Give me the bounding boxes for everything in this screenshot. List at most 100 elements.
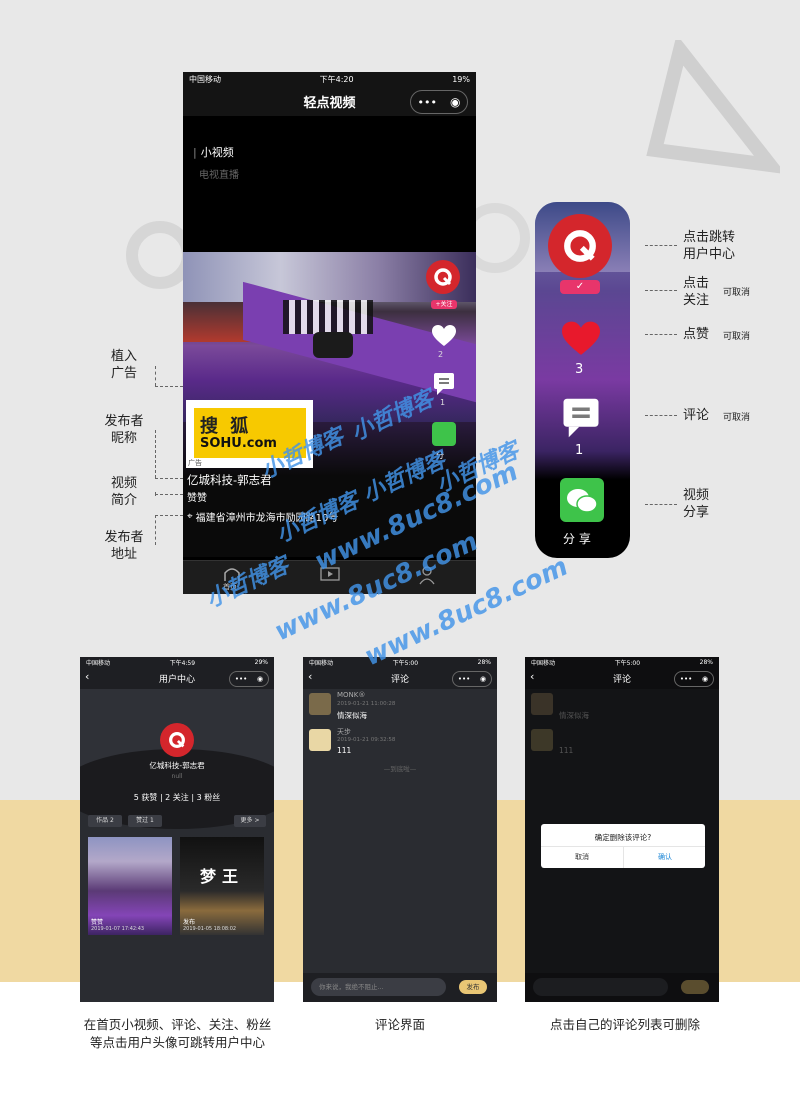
label-like-note: 可取消 <box>723 332 751 342</box>
zoom-follow-check-icon[interactable]: ✓ <box>560 280 600 294</box>
dd-menu-capsule[interactable]: ••• ◉ <box>674 671 714 687</box>
label-like: 点赞 <box>683 327 710 342</box>
caption-delete: 点击自己的评论列表可删除 <box>549 1017 700 1032</box>
tab-short-video[interactable]: | 小视频 <box>193 144 234 160</box>
cm-title: 评论 <box>390 674 409 685</box>
label-comment-note: 可取消 <box>723 413 751 423</box>
comment-text: 情深似海 <box>337 711 367 720</box>
uc-card2-text: 发布 <box>183 919 196 926</box>
dd-dim-avatar <box>531 693 553 715</box>
close-target-icon[interactable]: ◉ <box>450 95 460 109</box>
label-intro: 视频 简介 <box>110 476 137 508</box>
triangle-decoration-icon <box>646 40 780 174</box>
cm-back-icon[interactable]: ‹ <box>308 670 312 683</box>
dd-input-bar <box>525 973 719 1002</box>
comment-date: 2019-01-21 09:32:58 <box>337 737 396 743</box>
zoom-action-panel: ✓ 3 1 分 享 <box>535 202 630 558</box>
comment-avatar <box>309 693 331 715</box>
uc-menu-capsule[interactable]: ••• ◉ <box>229 671 269 687</box>
comment-date: 2019-01-21 11:00:28 <box>337 701 396 707</box>
comment-author: 天步 <box>337 728 351 736</box>
comments-screen: 中国移动 下午5:00 28% 评论 ‹ ••• ◉ MONK® 2019-01-21… <box>303 657 497 1002</box>
comment-author: MONK® <box>337 691 366 699</box>
cm-input-bar: 你来说，我绝不阻止... 发布 <box>303 973 497 1002</box>
uc-work-card-2[interactable]: 梦王 发布 2019-01-05 18:08:02 <box>180 837 264 935</box>
zoom-q-logo-icon <box>564 230 596 262</box>
comment-count: 1 <box>440 398 446 407</box>
label-ad: 植入 广告 <box>110 349 137 381</box>
like-count: 2 <box>438 350 444 359</box>
label-jump-user-center: 点击跳转 用户中心 <box>683 230 736 262</box>
uc-avatar[interactable] <box>160 723 194 757</box>
caption-user-center: 在首页小视频、评论、关注、粉丝 等点击用户头像可跳转用户中心 <box>83 1017 272 1050</box>
dd-back-icon[interactable]: ‹ <box>530 670 534 683</box>
uc-card1-date: 2019-01-07 17:42:43 <box>91 926 145 932</box>
uc-back-icon[interactable]: ‹ <box>85 670 89 683</box>
uc-tab-liked[interactable]: 赞过 1 <box>128 815 162 827</box>
label-comment: 评论 <box>683 408 710 423</box>
comment-icon[interactable] <box>433 372 455 396</box>
caption-comments: 评论界面 <box>374 1017 425 1032</box>
publisher-avatar[interactable] <box>426 260 460 294</box>
uc-card2-date: 2019-01-05 18:08:02 <box>183 926 237 932</box>
label-nickname: 发布者 昵称 <box>104 414 144 446</box>
location-pin-icon: ⌖ <box>187 511 193 522</box>
comment-item[interactable]: MONK® 2019-01-21 11:00:28 情深似海 <box>303 689 497 725</box>
uc-title: 用户中心 <box>158 674 195 685</box>
zoom-publisher-avatar[interactable] <box>548 214 612 278</box>
zoom-share-label: 分 享 <box>563 532 591 546</box>
label-follow: 点击 关注 <box>683 276 710 308</box>
uc-more-button[interactable]: 更多 > <box>234 815 266 827</box>
menu-capsule[interactable]: ••• ◉ <box>410 90 468 114</box>
dd-dim-text-2: 111 <box>559 746 574 755</box>
video-intro: 赞赞 <box>187 493 207 504</box>
dd-dim-text-1: 情深似海 <box>559 711 589 720</box>
uc-card1-text: 赞赞 <box>91 919 104 926</box>
uc-name: 亿城科技-郭志君 <box>149 761 205 770</box>
dialog-question: 确定删除该评论? <box>594 833 652 842</box>
label-follow-note: 可取消 <box>723 288 751 298</box>
zoom-wechat-share-icon[interactable] <box>560 478 604 522</box>
uc-tab-works[interactable]: 作品 2 <box>88 815 122 827</box>
cm-end-text: —到底啦— <box>383 765 417 773</box>
zoom-like-count: 3 <box>575 362 584 377</box>
more-icon[interactable]: ••• <box>418 96 437 109</box>
zoom-comment-count: 1 <box>575 443 584 458</box>
clock: 下午4:20 <box>319 74 354 84</box>
delete-confirm-dialog: 确定删除该评论? 取消 确认 <box>541 824 705 868</box>
dd-send-button <box>681 980 709 994</box>
cm-send-button[interactable]: 发布 <box>459 980 487 994</box>
delete-comment-screen: 中国移动 下午5:00 28% 评论 ‹ ••• ◉ 情深似海 111 确定删除该评论… <box>525 657 719 1002</box>
comment-item[interactable]: 天步 2019-01-21 09:32:58 111 <box>303 725 497 761</box>
uc-stats[interactable]: 5 获赞 | 2 关注 | 3 粉丝 <box>80 792 274 803</box>
tab-tv-live[interactable]: 电视直播 <box>199 166 239 181</box>
uc-work-card-1[interactable]: 赞赞 2019-01-07 17:42:43 <box>88 837 172 935</box>
label-share: 视频 分享 <box>683 488 710 520</box>
uc-sub: null <box>171 773 183 780</box>
label-address: 发布者 地址 <box>104 530 144 562</box>
dialog-cancel-button[interactable]: 取消 <box>541 846 623 868</box>
cm-menu-capsule[interactable]: ••• ◉ <box>452 671 492 687</box>
status-bar: 中国移动 下午4:20 19% <box>183 72 476 86</box>
carrier: 中国移动 <box>189 74 221 84</box>
ad-brand-en: SOHU.com <box>200 436 277 451</box>
zoom-like-heart-icon[interactable] <box>559 320 603 358</box>
cm-comment-input[interactable]: 你来说，我绝不阻止... <box>311 978 446 996</box>
dd-dim-avatar <box>531 729 553 751</box>
dialog-confirm-button[interactable]: 确认 <box>623 846 706 868</box>
comment-avatar <box>309 729 331 751</box>
page-title: 轻点视频 <box>303 95 356 111</box>
uc-status-bar: 中国移动 下午4:59 29% <box>80 657 274 667</box>
like-heart-icon[interactable] <box>431 324 457 348</box>
zoom-comment-icon[interactable] <box>561 397 601 439</box>
publisher-nickname[interactable]: 亿城科技-郭志君 <box>187 472 272 488</box>
follow-button[interactable]: +关注 <box>431 300 457 309</box>
uc-card2-title: 梦王 <box>200 867 245 886</box>
battery-level: 19% <box>452 74 470 84</box>
dd-status-bar: 中国移动 下午5:00 28% <box>525 657 719 667</box>
user-center-screen: 中国移动 下午4:59 29% 用户中心 ‹ ••• ◉ 亿城科技-郭志君 null … <box>80 657 274 1002</box>
ad-brand-cn: 搜 狐 <box>200 416 252 437</box>
comment-text: 111 <box>337 746 352 755</box>
dd-title: 评论 <box>612 674 631 685</box>
q-logo-icon <box>434 268 452 286</box>
